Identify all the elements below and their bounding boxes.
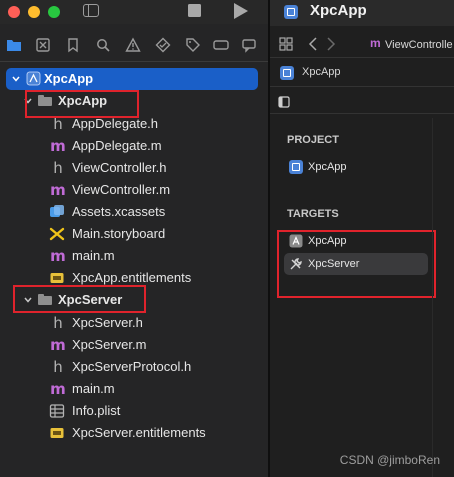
window-title: XpcApp: [310, 2, 367, 19]
grid-icon[interactable]: [279, 37, 293, 56]
tree-row-label: Assets.xcassets: [72, 204, 166, 219]
tree-row-file[interactable]: h ViewController.h: [6, 157, 258, 179]
editor-sidebar-separator: [432, 118, 433, 477]
section-header-project: PROJECT: [287, 134, 339, 146]
window-toolbar: [0, 0, 268, 24]
project-item[interactable]: XpcApp: [284, 156, 428, 178]
tree-row-label: XpcApp: [44, 71, 94, 86]
tree-row-label: XpcServer.h: [72, 315, 143, 330]
tree-row-file[interactable]: m main.m: [6, 378, 258, 400]
tree-row-label: ViewController.m: [72, 182, 171, 197]
project-item-label: XpcApp: [308, 161, 347, 173]
xcode-window: XpcApp XpcApp h AppDelegate.h m AppDeleg…: [0, 0, 454, 477]
editor-tab[interactable]: ViewControlle: [385, 39, 453, 51]
header-file-icon: h: [53, 159, 63, 177]
tree-row-label: XpcServer.entitlements: [72, 425, 206, 440]
editor-title-bar: XpcApp: [270, 0, 454, 26]
rect-icon[interactable]: [213, 37, 229, 53]
project-editor-pane: XpcApp m ViewControlle XpcApp PROJECT Xp…: [270, 0, 454, 477]
tree-row-file[interactable]: Main.storyboard: [6, 223, 258, 245]
tree-row-label: Info.plist: [72, 403, 121, 418]
header-file-icon: h: [53, 358, 63, 376]
close-window-button[interactable]: [8, 6, 20, 18]
tree-row-file[interactable]: m main.m: [6, 245, 258, 267]
magnifier-icon[interactable]: [95, 37, 111, 53]
tag-icon[interactable]: [185, 37, 201, 53]
jump-bar-item[interactable]: XpcApp: [302, 66, 341, 78]
plist-icon: [49, 403, 65, 419]
app-icon: [289, 160, 303, 174]
objc-file-icon: m: [50, 181, 66, 199]
speech-icon[interactable]: [241, 37, 257, 53]
tree-row-file[interactable]: Info.plist: [6, 400, 258, 422]
folder-icon[interactable]: [6, 37, 22, 53]
tree-row-label: main.m: [72, 248, 115, 263]
sidebar-icon[interactable]: [278, 95, 290, 113]
entitlements-icon: [49, 270, 65, 286]
x-square-icon[interactable]: [35, 37, 51, 53]
editor-sidebar-toggle-bar: [270, 89, 454, 114]
header-file-icon: h: [53, 314, 63, 332]
editor-tab-bar: m ViewControlle: [270, 33, 454, 58]
tree-row-label: main.m: [72, 381, 115, 396]
chevron-right-icon[interactable]: [326, 37, 336, 56]
objc-file-icon: m: [370, 36, 381, 50]
section-header-targets: TARGETS: [287, 208, 339, 220]
app-icon: [280, 66, 294, 80]
tree-row-file[interactable]: m XpcServer.m: [6, 334, 258, 356]
highlight-box-xpcserver-group: [13, 285, 146, 313]
storyboard-icon: [49, 226, 65, 242]
asset-catalog-icon: [49, 204, 65, 220]
tree-row-label: ViewController.h: [72, 160, 167, 175]
tree-row-file[interactable]: XpcServer.entitlements: [6, 422, 258, 444]
sidebar-icon[interactable]: [83, 4, 99, 17]
objc-file-icon: m: [50, 137, 66, 155]
tree-row-file[interactable]: h XpcServer.h: [6, 312, 258, 334]
tree-row-file[interactable]: h XpcServerProtocol.h: [6, 356, 258, 378]
project-navigator-pane: XpcApp XpcApp h AppDelegate.h m AppDeleg…: [0, 0, 268, 477]
chevron-left-icon[interactable]: [308, 37, 318, 56]
diamond-icon[interactable]: [155, 37, 171, 53]
stop-icon[interactable]: [188, 4, 201, 17]
tree-row-label: Main.storyboard: [72, 226, 166, 241]
objc-file-icon: m: [50, 380, 66, 398]
entitlements-icon: [49, 425, 65, 441]
tree-row-file[interactable]: Assets.xcassets: [6, 201, 258, 223]
watermark: CSDN @jimboRen: [339, 453, 440, 467]
objc-file-icon: m: [50, 247, 66, 265]
play-icon[interactable]: [234, 3, 248, 19]
highlight-box-targets: [277, 230, 436, 298]
tree-row-project[interactable]: XpcApp: [6, 68, 258, 90]
tree-row-label: XpcServerProtocol.h: [72, 359, 192, 374]
zoom-window-button[interactable]: [48, 6, 60, 18]
tree-row-label: AppDelegate.m: [72, 138, 162, 153]
xcode-project-icon: [25, 71, 41, 87]
navigator-selector-bar: [0, 29, 268, 62]
tree-row-file[interactable]: m ViewController.m: [6, 179, 258, 201]
bookmark-icon[interactable]: [65, 37, 81, 53]
project-targets-list: PROJECT XpcApp TARGETS XpcApp XpcServer: [277, 118, 436, 477]
app-icon: [284, 5, 298, 19]
chevron-down-icon[interactable]: [12, 75, 20, 83]
header-file-icon: h: [53, 115, 63, 133]
warning-icon[interactable]: [125, 37, 141, 53]
highlight-box-xpcapp-group: [25, 90, 139, 118]
tree-row-file[interactable]: m AppDelegate.m: [6, 135, 258, 157]
minimize-window-button[interactable]: [28, 6, 40, 18]
tree-row-label: XpcServer.m: [72, 337, 147, 352]
jump-bar: XpcApp: [270, 60, 454, 87]
objc-file-icon: m: [50, 336, 66, 354]
